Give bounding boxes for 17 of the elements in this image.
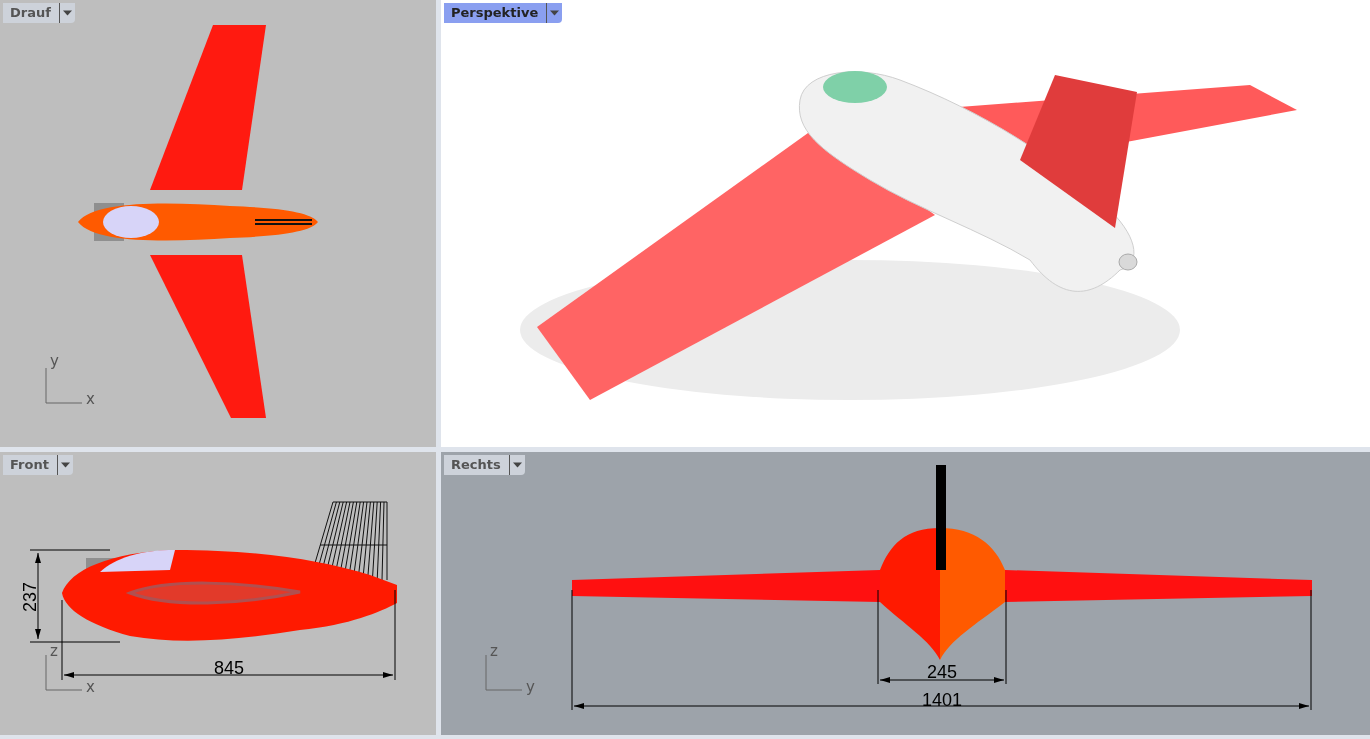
axis-icon: [45, 654, 83, 691]
dimension-label: 237: [20, 582, 40, 612]
viewport[interactable]: Perspektive: [441, 0, 1370, 447]
viewport[interactable]: Rechts z y 245 1401: [441, 452, 1370, 735]
viewport[interactable]: Drauf y x: [0, 0, 436, 447]
axis-label: y: [50, 352, 59, 370]
dimension-label: 845: [214, 658, 244, 678]
axis-label: z: [50, 642, 58, 660]
dimension-label: 1401: [922, 690, 962, 710]
axis-label: z: [490, 642, 498, 660]
axis-label: x: [86, 390, 95, 408]
axis-icon: [485, 654, 523, 691]
axis-icon: [45, 367, 83, 404]
viewport[interactable]: Front z x 237 845: [0, 452, 436, 735]
axis-label: x: [86, 678, 95, 696]
dimension-label: 245: [927, 662, 957, 682]
axis-label: y: [526, 678, 535, 696]
